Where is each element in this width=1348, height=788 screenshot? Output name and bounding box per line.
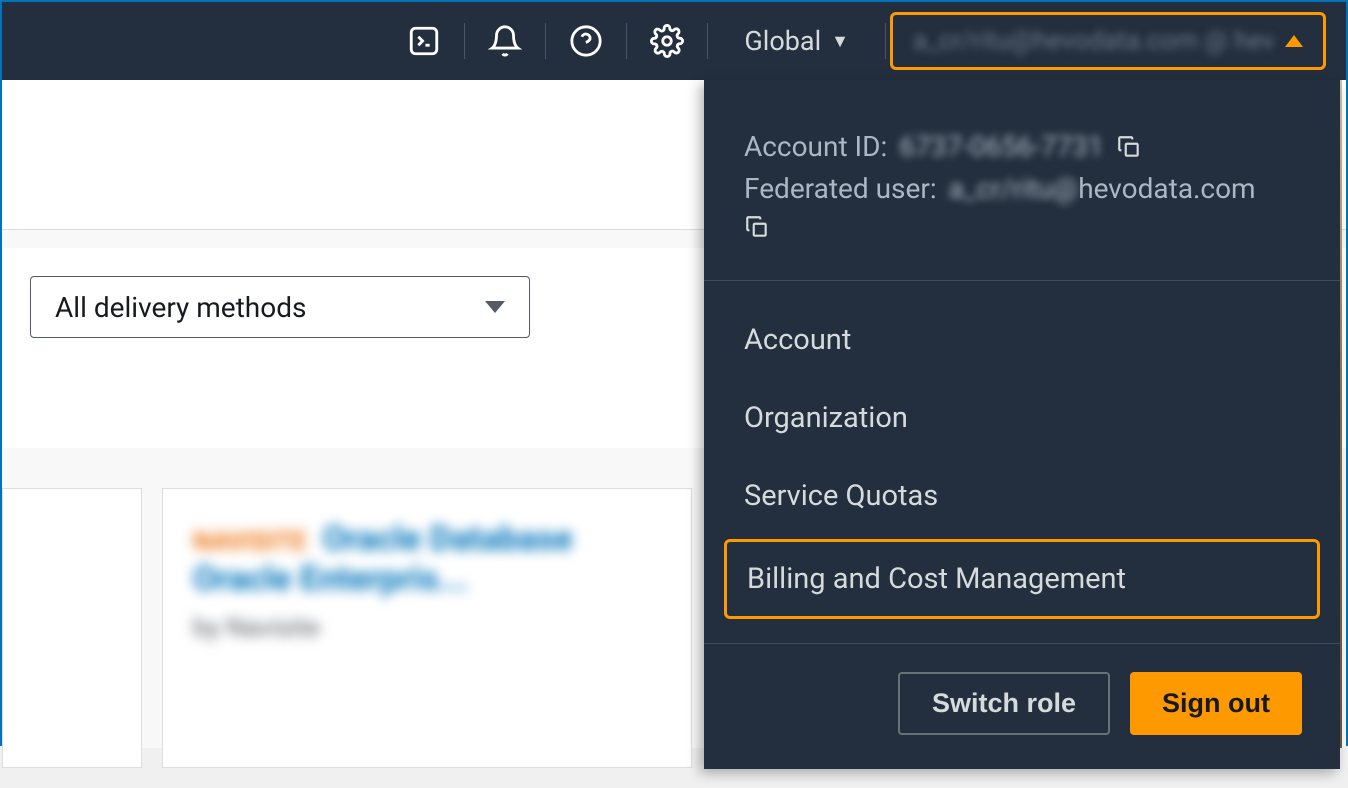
- delivery-method-select[interactable]: All delivery methods: [30, 276, 530, 338]
- account-id-row: Account ID: 6737-0656-7731: [744, 126, 1300, 168]
- card-title-line1: Oracle Database: [323, 519, 573, 559]
- caret-down-icon: [485, 301, 505, 313]
- notifications-icon-button[interactable]: [465, 2, 545, 80]
- nav-divider: [885, 23, 886, 59]
- settings-icon-button[interactable]: [627, 2, 707, 80]
- menu-item-account[interactable]: Account: [704, 301, 1340, 379]
- copy-federated-user-button[interactable]: [744, 214, 770, 240]
- federated-user-label: Federated user:: [744, 168, 937, 210]
- result-card[interactable]: NAVISITE Oracle Database Oracle Enterpri…: [162, 488, 692, 768]
- card-vendor-badge: NAVISITE: [193, 527, 307, 557]
- account-panel-footer: Switch role Sign out: [704, 644, 1340, 769]
- card-title-line2: Oracle Enterpris...: [193, 559, 661, 599]
- terminal-icon: [407, 24, 441, 58]
- federated-user-value: a_cr/ritu@hevodata.com: [949, 168, 1256, 210]
- account-dropdown-trigger[interactable]: a_cr/ritu@hevodata.com @ hevo-cr: [890, 12, 1326, 70]
- region-selector[interactable]: Global ▼: [708, 2, 885, 80]
- caret-down-icon: ▼: [831, 31, 849, 52]
- copy-icon: [1116, 134, 1142, 160]
- sign-out-button[interactable]: Sign out: [1130, 672, 1302, 735]
- bell-icon: [488, 24, 522, 58]
- account-id-value: 6737-0656-7731: [899, 126, 1103, 168]
- account-info-section: Account ID: 6737-0656-7731 Federated use…: [704, 80, 1340, 281]
- account-id-label: Account ID:: [744, 126, 887, 168]
- question-icon: [569, 24, 603, 58]
- nav-icon-group: Global ▼ a_cr/ritu@hevodata.com @ hevo-c…: [384, 2, 1326, 80]
- menu-item-service-quotas[interactable]: Service Quotas: [704, 457, 1340, 535]
- region-label: Global: [744, 25, 821, 57]
- copy-icon: [744, 214, 770, 240]
- result-card[interactable]: [2, 488, 142, 768]
- federated-user-row: Federated user: a_cr/ritu@hevodata.com: [744, 168, 1300, 210]
- gear-icon: [650, 24, 684, 58]
- help-icon-button[interactable]: [546, 2, 626, 80]
- account-menu-list: Account Organization Service Quotas Bill…: [704, 281, 1340, 644]
- caret-up-icon: [1285, 35, 1303, 47]
- copy-account-id-button[interactable]: [1116, 134, 1142, 160]
- cloudshell-icon-button[interactable]: [384, 2, 464, 80]
- delivery-select-value: All delivery methods: [55, 291, 306, 324]
- menu-item-billing[interactable]: Billing and Cost Management: [724, 539, 1320, 619]
- top-navigation-bar: Global ▼ a_cr/ritu@hevodata.com @ hevo-c…: [2, 2, 1346, 80]
- switch-role-button[interactable]: Switch role: [898, 672, 1110, 735]
- card-content-blurred: NAVISITE Oracle Database Oracle Enterpri…: [193, 519, 661, 643]
- menu-item-organization[interactable]: Organization: [704, 379, 1340, 457]
- account-name: a_cr/ritu@hevodata.com @ hevo-cr: [913, 26, 1273, 56]
- card-byline: by Navisite: [193, 613, 661, 643]
- account-dropdown-panel: Account ID: 6737-0656-7731 Federated use…: [704, 80, 1340, 769]
